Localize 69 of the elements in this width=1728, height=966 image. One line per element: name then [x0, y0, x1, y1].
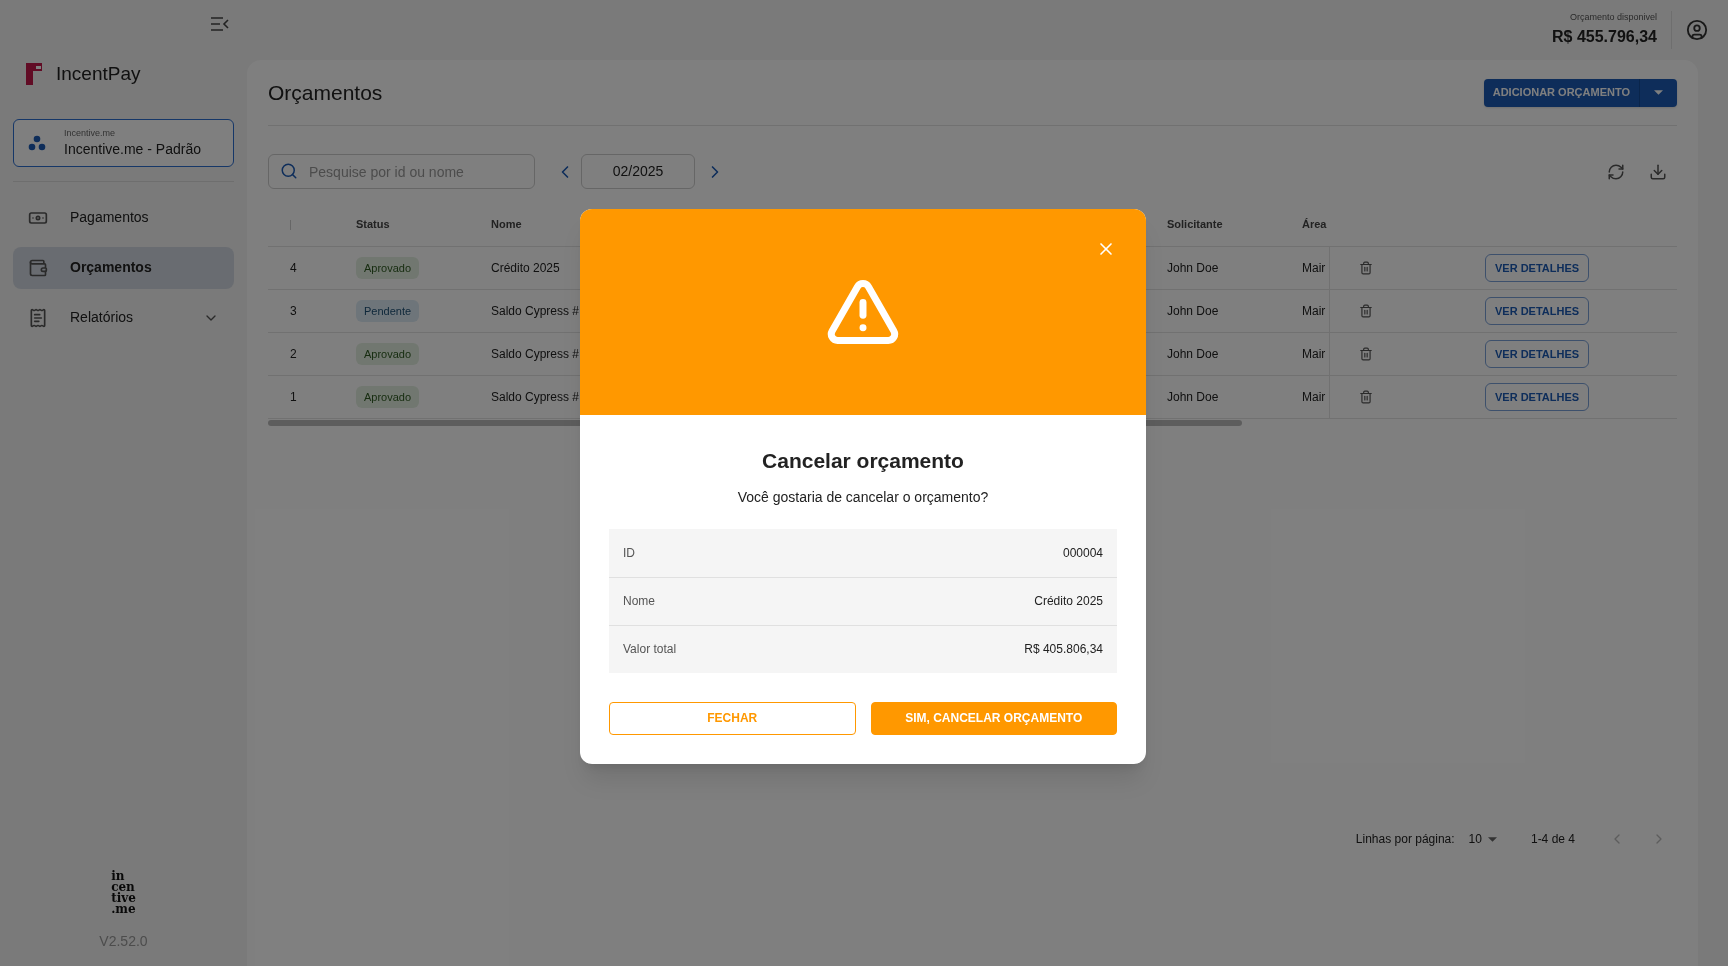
- table-cell-text: Mair: [1302, 389, 1327, 406]
- close-button[interactable]: FECHAR: [609, 701, 856, 735]
- trash-icon[interactable]: [1359, 261, 1373, 275]
- logo-icon: [26, 63, 44, 86]
- user-avatar-icon[interactable]: [1686, 19, 1708, 41]
- trash-icon[interactable]: [1359, 390, 1373, 404]
- account-selector[interactable]: Incentive.me Incentive.me - Padrão: [13, 118, 234, 167]
- caret-icon[interactable]: [1487, 836, 1497, 842]
- table-cell-text: Mair: [1302, 346, 1327, 363]
- nav-item[interactable]: Orçamentos: [13, 246, 234, 289]
- rows-per-page-label: Linhas por página:: [1355, 831, 1455, 848]
- column-header: Área: [1302, 217, 1327, 233]
- details-button[interactable]: VER DETALHES: [1485, 340, 1590, 368]
- column-header: Status: [356, 217, 391, 233]
- detail-label: ID: [623, 544, 635, 562]
- trash-icon[interactable]: [1359, 347, 1373, 361]
- table-cell-text: Mair: [1302, 303, 1327, 320]
- table-cell-text: 2: [289, 346, 298, 363]
- status-chip: Aprovado: [356, 342, 420, 366]
- trash-icon[interactable]: [1359, 304, 1373, 318]
- period-field[interactable]: 02/2025: [581, 154, 695, 189]
- nav-item[interactable]: Pagamentos: [13, 196, 234, 239]
- table-cell: Saldo Cypress #: [491, 304, 580, 318]
- table-cell-text: 4: [289, 260, 298, 277]
- page-range: 1-4 de 4: [1530, 831, 1575, 848]
- add-budget-button[interactable]: ADICIONAR ORÇAMENTO: [1483, 78, 1677, 107]
- confirm-cancel-button[interactable]: SIM, CANCELAR ORÇAMENTO: [870, 701, 1117, 735]
- receipt-icon: [28, 307, 48, 328]
- detail-value: R$ 405.806,34: [1024, 641, 1103, 658]
- table-cell-text: John Doe: [1167, 389, 1220, 406]
- details-button[interactable]: VER DETALHES: [1485, 297, 1590, 325]
- footer-logo: in cen tive .me: [111, 871, 136, 915]
- dialog-title: Cancelar orçamento: [762, 448, 964, 474]
- detail-value: 000004: [1062, 544, 1103, 562]
- detail-label: Nome: [623, 593, 655, 610]
- budget-value: R$ 455.796,34: [1552, 26, 1657, 47]
- wallet-icon: [28, 257, 48, 278]
- brand-name: IncentPay: [56, 62, 141, 86]
- table-cell-text: Mair: [1302, 260, 1327, 277]
- table-cell: Crédito 2025: [491, 261, 560, 275]
- dialog-message: Você gostaria de cancelar o orçamento?: [737, 487, 989, 507]
- rows-per-page-select[interactable]: 10: [1468, 830, 1497, 848]
- caret-icon[interactable]: [1654, 90, 1663, 95]
- table-cell-text: 3: [289, 303, 298, 320]
- search-icon: [280, 162, 298, 180]
- column-header: Nome: [491, 217, 523, 233]
- account-caption: Incentive.me: [64, 126, 117, 139]
- detail-label: Valor total: [623, 641, 677, 658]
- column-header: Solicitante: [1167, 217, 1224, 233]
- table-cell: Saldo Cypress #: [491, 347, 580, 361]
- status-chip: Pendente: [356, 299, 420, 323]
- details-button[interactable]: VER DETALHES: [1485, 383, 1590, 411]
- account-name: Incentive.me - Padrão: [64, 139, 201, 159]
- status-chip: Aprovado: [356, 256, 420, 280]
- refresh-icon[interactable]: [1607, 162, 1625, 181]
- page-title: Orçamentos: [268, 79, 383, 106]
- status-chip: Aprovado: [356, 385, 420, 409]
- dots-icon: [28, 134, 46, 151]
- detail-value: Crédito 2025: [1034, 593, 1103, 610]
- details-button[interactable]: VER DETALHES: [1485, 254, 1590, 282]
- nav-item[interactable]: Relatórios: [13, 296, 234, 339]
- download-icon[interactable]: [1649, 162, 1667, 181]
- menu-collapse-icon[interactable]: [210, 16, 230, 32]
- table-cell-text: John Doe: [1167, 303, 1220, 320]
- table-cell: Saldo Cypress #: [491, 390, 580, 404]
- table-cell-text: John Doe: [1167, 260, 1220, 277]
- budget-label: Orçamento disponivel: [1569, 11, 1657, 25]
- table-cell-text: John Doe: [1167, 346, 1220, 363]
- table-cell-text: 1: [289, 389, 298, 406]
